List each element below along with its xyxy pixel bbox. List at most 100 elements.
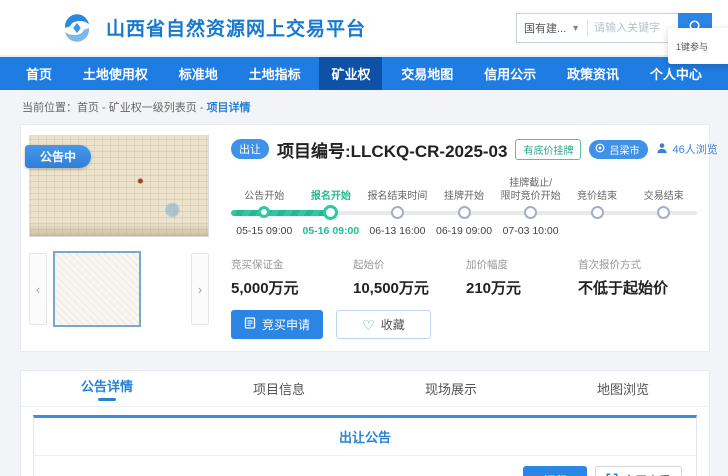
timeline-step-dot-wrap [258,203,270,221]
timeline-step: 竞价结束 [564,171,631,245]
timeline-step-dot-wrap [591,203,604,221]
search-category-select[interactable]: 国有建... ▼ [517,20,587,36]
search-input[interactable] [588,22,678,34]
timeline-step-label: 报名结束时间 [367,171,427,203]
tab[interactable]: 现场展示 [365,371,537,406]
favorite-button[interactable]: ♡ 收藏 [336,310,431,339]
nav-item[interactable]: 政策资讯 [555,57,631,90]
timeline-step: 交易结束 [630,171,697,245]
stat-label: 竞买保证金 [231,257,353,272]
listing-badge: 有底价挂牌 [515,139,581,160]
stat-item: 加价幅度 210万元 [466,257,578,298]
project-title-row: 出让 项目编号:LLCKQ-CR-2025-03 有底价挂牌 吕梁市 46人浏览 [231,135,697,163]
breadcrumb-path[interactable]: 首页 - 矿业权一级列表页 - [77,102,207,114]
tab[interactable]: 公告详情 [21,371,193,406]
tab-label: 现场展示 [425,379,477,398]
detail-tabs: 公告详情 项目信息 现场展示 地图浏览 [21,371,709,407]
floating-popup[interactable]: 1键参与 [668,28,728,64]
floating-popup-label: 1键参与 [676,40,708,53]
timeline-step-label: 挂牌开始 [444,171,484,203]
location-icon [595,143,605,156]
tab-label: 地图浏览 [597,379,649,398]
stat-value: 10,500万元 [353,277,466,298]
type-badge: 出让 [231,139,269,159]
timeline-step-date: 06-19 09:00 [436,225,492,237]
stat-label: 首次报价方式 [578,257,690,272]
nav-item[interactable]: 矿业权 [319,57,382,90]
city-badge[interactable]: 吕梁市 [589,140,648,159]
nav-item-label: 信用公示 [484,64,536,83]
city-badge-label: 吕梁市 [609,142,639,157]
stat-item: 起始价 10,500万元 [353,257,466,298]
notice-panel: 出让公告 打印 全屏查看 [33,415,697,476]
nav-item[interactable]: 首页 [14,57,64,90]
timeline-step-dot [591,206,604,219]
project-map-image[interactable]: 公告中 [29,135,209,237]
breadcrumb-prefix: 当前位置： [22,102,77,114]
timeline-step-dot-wrap [323,203,338,221]
nav-item-label: 矿业权 [331,64,370,83]
project-title: 项目编号:LLCKQ-CR-2025-03 [277,137,507,162]
nav-item[interactable]: 信用公示 [472,57,548,90]
stat-value: 210万元 [466,277,578,298]
timeline-step-dot [657,206,670,219]
nav-item[interactable]: 交易地图 [389,57,465,90]
fullscreen-button-label: 全屏查看 [623,472,671,476]
person-icon [656,142,668,157]
nav-item-label: 个人中心 [650,64,702,83]
timeline-step-label: 竞价结束 [577,171,617,203]
timeline-step-dot-wrap [458,203,471,221]
fullscreen-button[interactable]: 全屏查看 [595,466,682,476]
main-nav: 首页 土地使用权 标准地 土地指标 矿业权 交易地图 信用公示 政策资讯 个人中… [0,57,728,90]
stat-value: 5,000万元 [231,277,353,298]
timeline-step-dot [458,206,471,219]
tab-label: 公告详情 [81,376,133,395]
breadcrumb: 当前位置：首页 - 矿业权一级列表页 - 项目详情 [0,90,728,124]
timeline-step-dot [524,206,537,219]
timeline-step-label: 报名开始 [311,171,351,203]
thumbnail-carousel: ‹ › [29,251,209,327]
timeline-step: 报名结束时间 06-13 16:00 [364,171,431,245]
project-gallery: 公告中 ‹ › [29,135,209,339]
timeline-step-dot-wrap [524,203,537,221]
timeline-step-label: 公告开始 [244,171,284,203]
form-icon [244,317,256,332]
notice-toolbar: 打印 全屏查看 [34,456,696,476]
carousel-prev-button[interactable]: ‹ [29,253,47,325]
stat-item: 竞买保证金 5,000万元 [231,257,353,298]
nav-item[interactable]: 土地指标 [237,57,313,90]
stat-label: 加价幅度 [466,257,578,272]
timeline-step-dot [323,205,338,220]
apply-button-label: 竞买申请 [262,316,310,333]
stat-label: 起始价 [353,257,466,272]
nav-item-label: 土地指标 [249,64,301,83]
site-logo-icon [58,11,96,45]
tab[interactable]: 项目信息 [193,371,365,406]
project-actions: 竞买申请 ♡ 收藏 [231,310,697,339]
nav-item-label: 政策资讯 [567,64,619,83]
tab[interactable]: 地图浏览 [537,371,709,406]
apply-button[interactable]: 竞买申请 [231,310,323,339]
nav-item-label: 交易地图 [401,64,453,83]
carousel-next-button[interactable]: › [191,253,209,325]
nav-item-label: 标准地 [179,64,218,83]
nav-item-label: 首页 [26,64,52,83]
timeline-step-date: 06-13 16:00 [369,225,425,237]
nav-item[interactable]: 土地使用权 [71,57,160,90]
project-thumbnail[interactable] [53,251,141,327]
timeline-step: 报名开始 05-16 09:00 [298,171,365,245]
timeline-steps: 公告开始 05-15 09:00 报名开始 05-16 09:00 [231,171,697,245]
nav-item[interactable]: 标准地 [167,57,230,90]
timeline-step-dot [258,206,270,218]
notice-title: 出让公告 [34,418,696,456]
tab-label: 项目信息 [253,379,305,398]
view-count: 46人浏览 [656,141,717,157]
timeline-step-dot-wrap [657,203,670,221]
timeline-step-dot [391,206,404,219]
chevron-down-icon: ▼ [571,23,580,33]
favorite-button-label: 收藏 [381,316,405,333]
stat-item: 首次报价方式 不低于起始价 [578,257,690,298]
nav-item-label: 土地使用权 [83,64,148,83]
timeline-step-label: 交易结束 [644,171,684,203]
print-button[interactable]: 打印 [523,466,587,476]
